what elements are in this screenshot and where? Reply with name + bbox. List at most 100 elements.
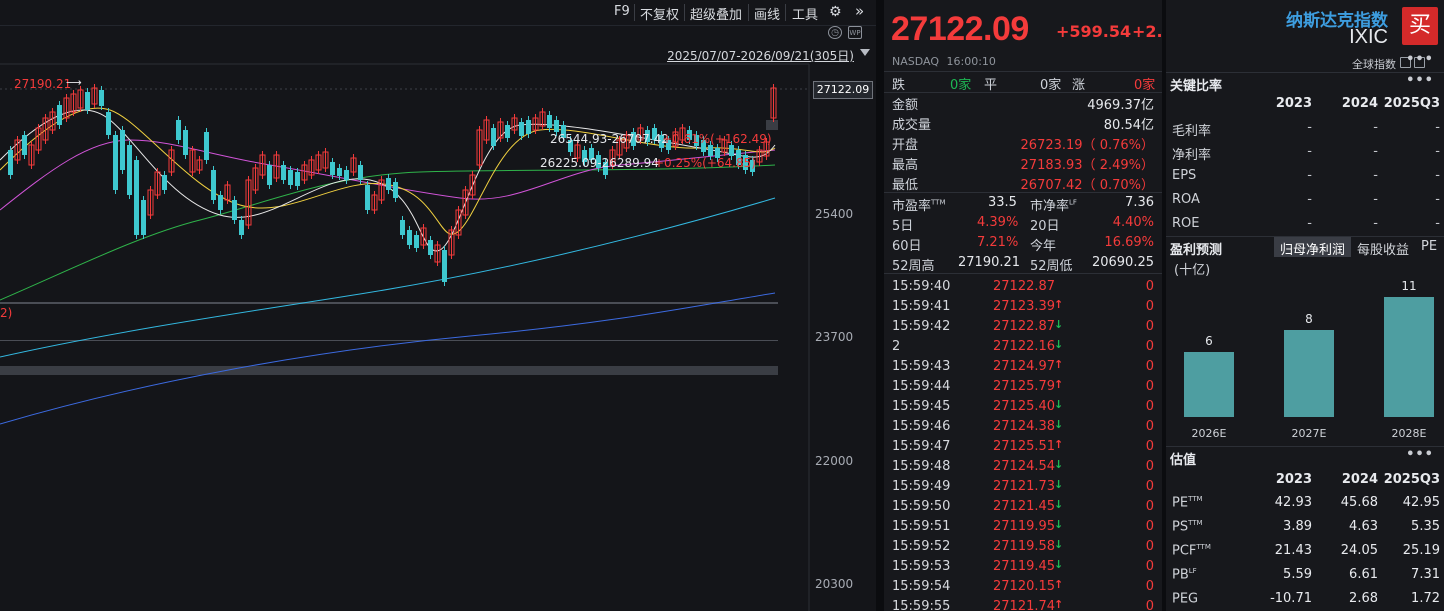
- no-adjust-button[interactable]: 不复权: [640, 4, 679, 23]
- valuation-value: 1.72: [1411, 591, 1440, 606]
- tab-eps[interactable]: 每股收益: [1351, 237, 1415, 258]
- more-options-icon[interactable]: •••: [1406, 52, 1434, 67]
- pe-label-sup: TTM: [931, 198, 946, 207]
- tick-price: 27122.87: [993, 279, 1056, 294]
- d5-value: 4.39%: [977, 215, 1019, 230]
- low-row: 最低 26707.42（ 0.70%）: [884, 172, 1162, 193]
- arrow-down-icon: ↓: [1054, 338, 1064, 351]
- kline-chart-panel[interactable]: F9 不复权 超级叠加 画线 工具 ⚙ » ◷ WP 2025/07/07-20…: [0, 0, 876, 611]
- ytd-label: 今年: [1030, 239, 1057, 254]
- tick-row: 15:59:54 27120.15 ↑ 0: [884, 577, 1162, 597]
- last-price: 27122.09: [891, 10, 1029, 48]
- valuation-row: PBLF 5.59 6.61 7.31: [1166, 564, 1444, 588]
- candle-body-down: [141, 200, 146, 235]
- profit-bar[interactable]: [1384, 297, 1434, 417]
- ratio-value: -: [1435, 120, 1440, 135]
- valuation-row: PEG -10.71 2.68 1.72: [1166, 588, 1444, 611]
- col-header: 2024: [1341, 472, 1378, 487]
- tick-volume: 0: [1145, 519, 1154, 534]
- turnover-row: 金额 4969.37亿: [884, 92, 1162, 113]
- candle-body-down: [407, 230, 412, 245]
- chart-mini-icons: ◷ WP: [828, 26, 862, 44]
- arrow-down-icon: ↓: [1054, 458, 1064, 471]
- key-ratios-title: 关键比率: [1170, 79, 1223, 94]
- tick-time: 15:59:53: [892, 559, 951, 574]
- tick-time: 15:59:41: [892, 299, 951, 314]
- valuation-more-icon[interactable]: •••: [1406, 447, 1434, 462]
- tick-price: 27125.51: [993, 439, 1056, 454]
- profit-forecast-tabs: 归母净利润 每股收益 PE: [1274, 237, 1443, 258]
- buy-button[interactable]: 买: [1402, 7, 1438, 45]
- valuation-label-sup: TTM: [1188, 495, 1203, 503]
- arrow-down-icon: ↓: [1054, 418, 1064, 431]
- tick-price: 27119.58: [993, 539, 1056, 554]
- turnover-value: 4969.37亿: [1087, 98, 1154, 113]
- wp-icon[interactable]: WP: [848, 26, 862, 39]
- up-label: 涨: [1072, 78, 1086, 93]
- low-value: 26707.42（ 0.70%）: [1020, 178, 1154, 193]
- draw-line-button[interactable]: 画线: [754, 4, 780, 23]
- pb-label: 市净率LF: [1030, 195, 1077, 214]
- profit-bar[interactable]: [1284, 330, 1334, 417]
- super-overlay-button[interactable]: 超级叠加: [690, 4, 742, 23]
- price-axis-label: 25400: [815, 207, 854, 221]
- tick-volume: 0: [1145, 559, 1154, 574]
- tools-button[interactable]: 工具: [792, 4, 818, 23]
- candle-body-down: [393, 182, 398, 198]
- candle-body-down: [386, 178, 391, 190]
- valuation-label-text: PS: [1172, 519, 1189, 535]
- tick-row: 15:59:49 27121.73 ↓ 0: [884, 477, 1162, 497]
- kline-chart-canvas[interactable]: [0, 0, 876, 611]
- range-dropdown-caret-icon[interactable]: [860, 49, 870, 56]
- ratio-value: -: [1307, 120, 1312, 135]
- ratio-value: -: [1373, 192, 1378, 207]
- valuation-value: 6.61: [1349, 567, 1378, 582]
- ratio-value: -: [1435, 216, 1440, 231]
- candle-body-down: [428, 240, 433, 255]
- candle-body-down: [554, 120, 559, 132]
- panel-divider[interactable]: [876, 0, 884, 611]
- tick-time: 15:59:52: [892, 539, 951, 554]
- last-price-tag: 27122.09: [813, 81, 873, 99]
- valuation-label: PEG: [1172, 591, 1198, 606]
- candle-body-down: [337, 168, 342, 176]
- support-line: [0, 302, 778, 304]
- tick-volume: 0: [1145, 299, 1154, 314]
- price-axis-label: 22000: [815, 454, 854, 468]
- tab-net-profit[interactable]: 归母净利润: [1274, 237, 1352, 258]
- candle-body-down: [547, 115, 552, 128]
- candle-body-down: [218, 195, 223, 210]
- tick-row: 15:59:42 27122.87 ↓ 0: [884, 317, 1162, 337]
- valuation-value: 7.31: [1411, 567, 1440, 582]
- valuation-label-text: PE: [1172, 495, 1189, 511]
- arrow-up-icon: ↑: [1054, 438, 1064, 451]
- key-ratio-row: ROE - - -: [1166, 213, 1444, 237]
- high-marker-label: 27190.21: [14, 77, 72, 91]
- date-range-label[interactable]: 2025/07/07-2026/09/21(305日): [667, 47, 854, 64]
- expand-toolbar-button[interactable]: »: [855, 2, 864, 20]
- week52-low-label: 52周低: [1030, 259, 1073, 274]
- arrow-up-icon: ↑: [1054, 598, 1064, 611]
- d20-value: 4.40%: [1112, 215, 1154, 230]
- candle-body-down: [344, 170, 349, 180]
- key-ratios-more-icon[interactable]: •••: [1406, 73, 1434, 88]
- tick-time: 15:59:47: [892, 439, 951, 454]
- tick-volume: 0: [1145, 379, 1154, 394]
- price-axis-label: 20300: [815, 577, 854, 591]
- tick-volume: 0: [1145, 359, 1154, 374]
- tick-row: 15:59:51 27119.95 ↓ 0: [884, 517, 1162, 537]
- candle-body-down: [526, 120, 531, 134]
- valuation-row: 市盈率TTM 33.5 市净率LF 7.36: [884, 193, 1162, 214]
- candle-body-down: [414, 235, 419, 248]
- f9-button[interactable]: F9: [614, 4, 630, 19]
- settings-gear-icon[interactable]: ⚙: [829, 4, 842, 20]
- week52-low-value: 20690.25: [1091, 255, 1154, 270]
- tab-pe[interactable]: PE: [1415, 237, 1443, 257]
- d20-label: 20日: [1030, 219, 1060, 234]
- clock-icon[interactable]: ◷: [828, 26, 842, 39]
- down-count: 0家: [950, 78, 972, 93]
- profit-bar[interactable]: [1184, 352, 1234, 417]
- profit-bar-category: 2028E: [1391, 427, 1427, 440]
- global-index-link[interactable]: 全球指数: [1352, 56, 1396, 72]
- valuation-row: PSTTM 3.89 4.63 5.35: [1166, 516, 1444, 540]
